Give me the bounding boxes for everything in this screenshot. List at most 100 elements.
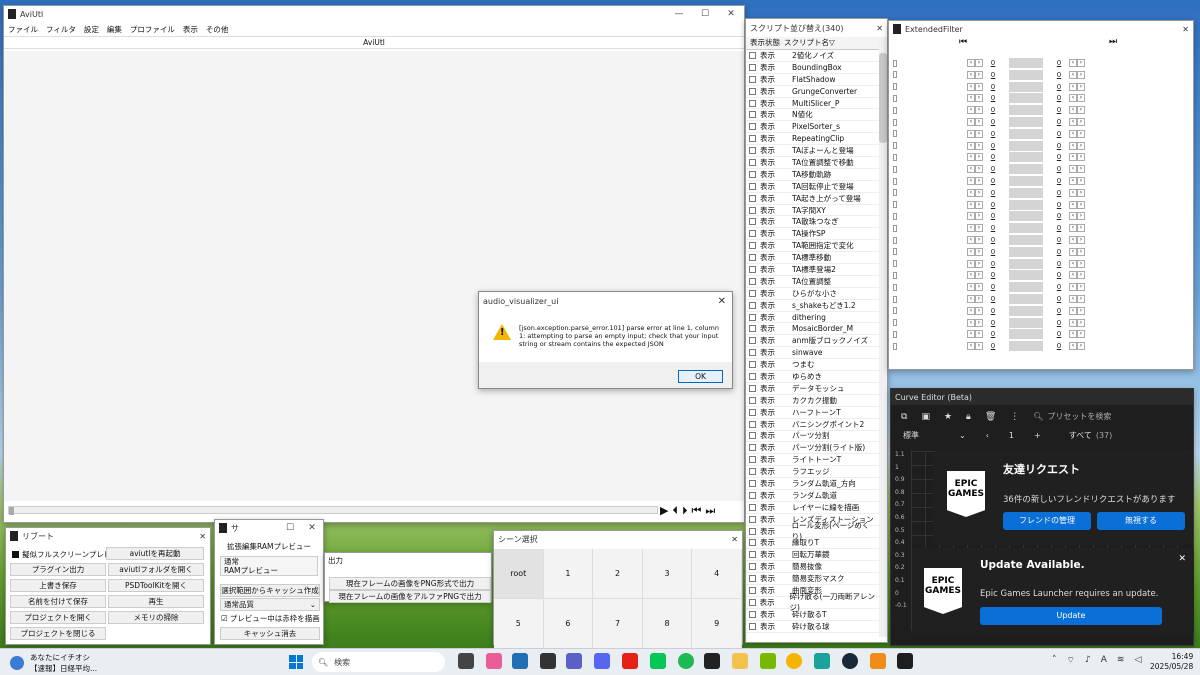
value-field[interactable]: 0 [1049,271,1069,279]
visible-checkbox[interactable] [749,575,756,583]
list-item[interactable]: 表示 パーツ分割(ライト版) [746,442,879,455]
col-state-header[interactable]: 表示状態 [746,37,784,49]
increment-button[interactable]: › [1077,318,1085,327]
increment-button[interactable]: › [1077,59,1085,67]
increment-button[interactable]: › [975,177,983,185]
close-icon[interactable]: ✕ [876,24,883,33]
list-item[interactable]: 表示 FlatShadow [746,74,879,86]
increment-button[interactable]: › [1077,271,1085,280]
visible-checkbox[interactable] [749,622,756,630]
value-field[interactable]: 0 [983,212,1003,220]
decrement-button[interactable]: ‹ [1069,224,1077,233]
value-bar[interactable] [1009,341,1043,352]
visible-checkbox[interactable] [749,456,756,464]
value-bar[interactable] [1009,128,1043,139]
slider-handle[interactable] [893,307,897,315]
value-field[interactable]: 0 [983,142,1003,150]
increment-button[interactable]: › [975,236,983,244]
list-item[interactable]: 表示 パーツ分割 [746,431,879,443]
decrement-button[interactable]: ‹ [967,247,975,256]
increment-button[interactable]: › [975,295,983,303]
slider-handle[interactable] [893,165,897,173]
visible-checkbox[interactable] [749,444,756,452]
reboot-titlebar[interactable]: リブート ✕ [6,528,210,544]
decrement-button[interactable]: ‹ [967,212,975,221]
scene-cell[interactable]: 7 [593,599,643,649]
widgets-icon[interactable] [458,653,474,669]
list-item[interactable]: 表示 砕け散る球 [746,621,879,633]
visible-checkbox[interactable] [749,372,756,380]
increment-button[interactable]: › [1077,200,1085,209]
visible-checkbox[interactable] [749,527,756,535]
slider-handle[interactable] [893,224,897,232]
quality-select[interactable]: 通常品質 ⌄ [220,598,320,611]
scene-cell[interactable]: 9 [692,599,742,649]
open-project-button[interactable]: プロジェクトを開く [10,611,106,624]
increment-button[interactable]: › [1077,177,1085,185]
decrement-button[interactable]: ‹ [967,165,975,174]
list-item[interactable]: 表示 つまむ [746,359,879,372]
maximize-icon[interactable]: ☐ [279,523,301,533]
increment-button[interactable]: › [975,342,983,351]
visible-checkbox[interactable] [749,491,756,499]
list-item[interactable]: 表示 TA字間XY [746,205,879,217]
value-bar[interactable] [1009,93,1043,104]
col-name-header[interactable]: スクリプト名▽ [784,37,835,49]
value-field[interactable]: 0 [1049,319,1069,327]
slider-handle[interactable] [893,142,897,150]
decrement-button[interactable]: ‹ [1069,318,1077,327]
scene-cell[interactable]: root [494,549,544,599]
value-field[interactable]: 0 [983,130,1003,138]
network-icon[interactable]: ⌔ [1067,655,1075,666]
visible-checkbox[interactable] [749,135,756,143]
decrement-button[interactable]: ‹ [967,70,975,79]
spotify-icon[interactable] [678,653,694,669]
increment-button[interactable]: › [975,165,983,174]
seek-bar[interactable] [8,506,658,515]
decrement-button[interactable]: ‹ [967,318,975,327]
slider-handle[interactable] [893,153,897,161]
lock-icon[interactable]: 🔒︎ [966,412,971,422]
value-bar[interactable] [1009,58,1043,68]
list-item[interactable]: 表示 TA標準移動 [746,252,879,265]
list-item[interactable]: 表示 GrungeConverter [746,86,879,98]
list-item[interactable]: 表示 TA位置調整で移動 [746,157,879,169]
visible-checkbox[interactable] [749,87,756,95]
value-bar[interactable] [1009,246,1043,257]
increment-button[interactable]: › [1077,70,1085,79]
increment-button[interactable]: › [975,200,983,209]
value-bar[interactable] [1009,81,1043,92]
value-field[interactable]: 0 [983,248,1003,256]
slider-handle[interactable] [893,59,897,67]
increment-button[interactable]: › [1077,106,1085,115]
increment-button[interactable]: › [975,283,983,292]
visible-checkbox[interactable] [749,361,756,369]
close-icon[interactable]: ✕ [718,296,726,307]
dialog-titlebar[interactable]: audio_visualizer_ui ✕ [479,292,732,310]
value-field[interactable]: 0 [983,319,1003,327]
value-field[interactable]: 0 [1049,118,1069,126]
list-item[interactable]: 表示 BoundingBox [746,62,879,74]
scene-titlebar[interactable]: シーン選択 ✕ [494,531,742,547]
value-bar[interactable] [1009,140,1043,151]
slider-handle[interactable] [893,295,897,303]
list-item[interactable]: 表示 ラフエッジ [746,466,879,479]
scene-cell[interactable]: 6 [543,599,594,649]
store-icon[interactable] [512,653,528,669]
increment-button[interactable]: › [975,212,983,221]
list-item[interactable]: 表示 簡易変形マスク [746,573,879,586]
open-psdtoolkit-button[interactable]: PSDToolKitを開く [108,579,204,592]
decrement-button[interactable]: ‹ [967,306,975,315]
close-icon[interactable]: ✕ [1178,554,1186,564]
decrement-button[interactable]: ‹ [967,188,975,197]
list-item[interactable]: 表示 簡易抜像 [746,561,879,574]
visible-checkbox[interactable] [749,289,756,297]
visible-checkbox[interactable] [749,123,756,131]
scene-cell[interactable]: 1 [543,549,594,599]
nav-first-icon[interactable]: ⏮ [959,37,967,47]
decrement-button[interactable]: ‹ [1069,271,1077,280]
visible-checkbox[interactable] [749,182,756,190]
value-bar[interactable] [1009,187,1043,198]
value-field[interactable]: 0 [983,153,1003,161]
value-field[interactable]: 0 [983,271,1003,279]
